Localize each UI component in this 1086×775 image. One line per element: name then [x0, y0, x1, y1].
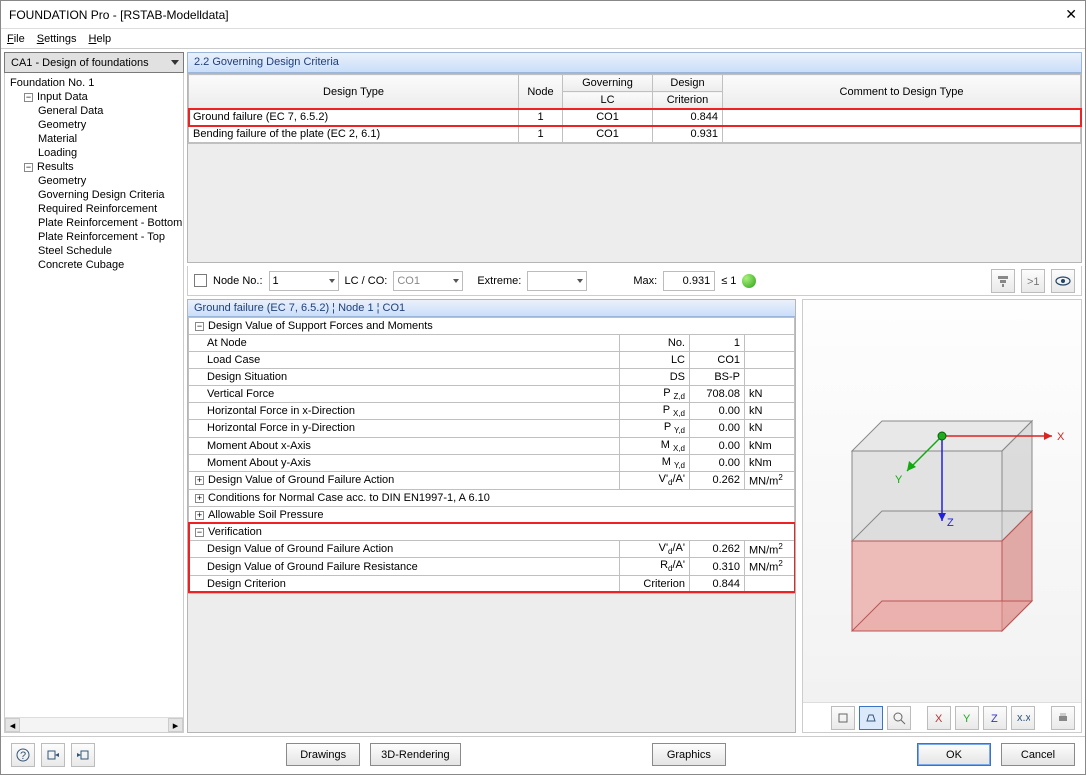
- tree-item[interactable]: Plate Reinforcement - Bottom: [8, 216, 180, 230]
- view-x-icon[interactable]: X: [927, 706, 951, 730]
- detail-row: Design SituationDSBS-P: [189, 369, 795, 386]
- view-y-icon[interactable]: Y: [955, 706, 979, 730]
- ok-button[interactable]: OK: [917, 743, 991, 766]
- group-row[interactable]: −Design Value of Support Forces and Mome…: [189, 318, 795, 335]
- svg-text:Z: Z: [991, 713, 998, 725]
- tree-item[interactable]: Plate Reinforcement - Top: [8, 230, 180, 244]
- group-row[interactable]: +Allowable Soil Pressure: [189, 506, 795, 523]
- tree-results[interactable]: −Results: [8, 160, 180, 174]
- node-filter-checkbox[interactable]: [194, 274, 207, 287]
- graphics-button[interactable]: Graphics: [652, 743, 726, 766]
- detail-row: Moment About y-AxisM Y,d0.00kNm: [189, 454, 795, 471]
- max-compare: ≤ 1: [721, 275, 736, 287]
- detail-row: Design Value of Ground Failure ActionV'd…: [189, 540, 795, 558]
- criteria-grid[interactable]: Design Type Node Governing Design Commen…: [187, 73, 1082, 263]
- tree-item[interactable]: Governing Design Criteria: [8, 188, 180, 202]
- view-persp-icon[interactable]: [859, 706, 883, 730]
- detail-row: Horizontal Force in y-DirectionP Y,d0.00…: [189, 420, 795, 437]
- 3d-viewport[interactable]: X Y Z: [803, 300, 1081, 702]
- col-lc: LC: [563, 92, 653, 109]
- tree-item[interactable]: Material: [8, 132, 180, 146]
- detail-row: Horizontal Force in x-DirectionP X,d0.00…: [189, 403, 795, 420]
- detail-row: Load CaseLCCO1: [189, 352, 795, 369]
- extreme-label: Extreme:: [477, 275, 521, 287]
- svg-text:Y: Y: [963, 713, 971, 725]
- menu-settings[interactable]: Settings: [37, 33, 77, 45]
- node-label: Node No.:: [213, 275, 263, 287]
- max-value: 0.931: [663, 271, 715, 291]
- detail-header: Ground failure (EC 7, 6.5.2) ¦ Node 1 ¦ …: [188, 300, 795, 317]
- tree-item[interactable]: Loading: [8, 146, 180, 160]
- col-governing: Governing: [563, 75, 653, 92]
- eye-icon[interactable]: [1051, 269, 1075, 293]
- lcco-label: LC / CO:: [345, 275, 388, 287]
- tree-item[interactable]: Geometry: [8, 118, 180, 132]
- view-z-icon[interactable]: Z: [983, 706, 1007, 730]
- col-node: Node: [519, 75, 563, 109]
- filter-bar: Node No.: 1 LC / CO: CO1 Extreme: Max: 0…: [187, 266, 1082, 296]
- svg-text:X: X: [935, 713, 943, 725]
- tree-item[interactable]: Geometry: [8, 174, 180, 188]
- menu-help[interactable]: Help: [89, 33, 112, 45]
- col-criterion: Criterion: [653, 92, 723, 109]
- goto-icon[interactable]: >1: [1021, 269, 1045, 293]
- svg-text:x.xx: x.xx: [1017, 712, 1030, 724]
- chevron-down-icon: [171, 60, 179, 65]
- col-design: Design: [653, 75, 723, 92]
- axis-y-label: Y: [895, 474, 903, 486]
- detail-row: At NodeNo.1: [189, 335, 795, 352]
- lcco-select[interactable]: CO1: [393, 271, 463, 291]
- scroll-right-icon[interactable]: ▸: [168, 718, 183, 732]
- chevron-down-icon: [453, 279, 459, 283]
- group-row[interactable]: −Verification: [189, 523, 795, 540]
- zoom-icon[interactable]: [887, 706, 911, 730]
- chevron-down-icon: [329, 279, 335, 283]
- sidebar-hscroll[interactable]: ◂ ▸: [5, 717, 183, 732]
- help-icon[interactable]: ?: [11, 743, 35, 767]
- dimensions-icon[interactable]: x.xx: [1011, 706, 1035, 730]
- window-title: FOUNDATION Pro - [RSTAB-Modelldata]: [9, 8, 229, 22]
- max-label: Max:: [633, 275, 657, 287]
- detail-row: Design CriterionCriterion0.844: [189, 575, 795, 592]
- case-selector[interactable]: CA1 - Design of foundations: [4, 52, 184, 73]
- svg-text:?: ?: [20, 750, 26, 762]
- col-design-type: Design Type: [189, 75, 519, 109]
- detail-row: Vertical ForceP Z,d708.08kN: [189, 386, 795, 403]
- tree-item[interactable]: General Data: [8, 104, 180, 118]
- drawings-button[interactable]: Drawings: [286, 743, 360, 766]
- tree-item[interactable]: Steel Schedule: [8, 244, 180, 258]
- export-right-icon[interactable]: [71, 743, 95, 767]
- group-row[interactable]: +Design Value of Ground Failure ActionV'…: [189, 471, 795, 489]
- chevron-down-icon: [577, 279, 583, 283]
- 3d-rendering-button[interactable]: 3D-Rendering: [370, 743, 460, 766]
- status-ok-icon: [742, 274, 756, 288]
- filter-icon[interactable]: [991, 269, 1015, 293]
- print-icon[interactable]: [1051, 706, 1075, 730]
- export-left-icon[interactable]: [41, 743, 65, 767]
- section-header: 2.2 Governing Design Criteria: [187, 52, 1082, 73]
- table-row[interactable]: Bending failure of the plate (EC 2, 6.1)…: [189, 126, 1081, 143]
- node-select[interactable]: 1: [269, 271, 339, 291]
- col-comment: Comment to Design Type: [723, 75, 1081, 109]
- svg-text:>1: >1: [1027, 276, 1040, 288]
- detail-row: Design Value of Ground Failure Resistanc…: [189, 558, 795, 576]
- view-iso-icon[interactable]: [831, 706, 855, 730]
- close-icon[interactable]: ✕: [1065, 6, 1077, 23]
- nav-tree[interactable]: Foundation No. 1 −Input Data General Dat…: [5, 73, 183, 717]
- menu-file[interactable]: File: [7, 33, 25, 45]
- tree-item[interactable]: Concrete Cubage: [8, 258, 180, 272]
- axis-x-label: X: [1057, 431, 1065, 443]
- axis-z-label: Z: [947, 517, 954, 529]
- detail-row: Moment About x-AxisM X,d0.00kNm: [189, 437, 795, 454]
- scroll-left-icon[interactable]: ◂: [5, 718, 20, 732]
- extreme-select[interactable]: [527, 271, 587, 291]
- case-selector-value: CA1 - Design of foundations: [11, 57, 149, 69]
- tree-input-data[interactable]: −Input Data: [8, 90, 180, 104]
- table-row[interactable]: Ground failure (EC 7, 6.5.2) 1 CO1 0.844: [189, 109, 1081, 126]
- tree-item[interactable]: Required Reinforcement: [8, 202, 180, 216]
- group-row[interactable]: +Conditions for Normal Case acc. to DIN …: [189, 489, 795, 506]
- cancel-button[interactable]: Cancel: [1001, 743, 1075, 766]
- tree-root[interactable]: Foundation No. 1: [8, 76, 180, 90]
